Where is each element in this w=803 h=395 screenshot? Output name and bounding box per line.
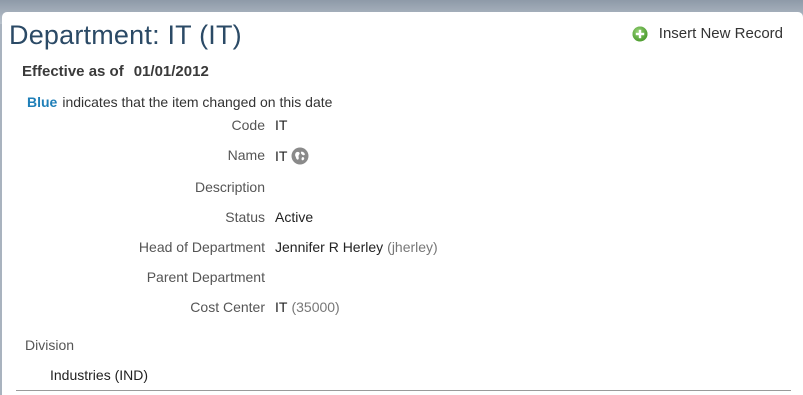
field-value-code: IT	[275, 117, 288, 133]
department-record-panel: Department: IT (IT) Insert New Record Ef…	[2, 12, 803, 395]
field-label-head: Head of Department	[138, 239, 265, 255]
insert-new-record-label: Insert New Record	[658, 25, 783, 42]
field-row-parent: Parent Department	[2, 269, 762, 289]
field-label-description: Description	[194, 179, 265, 195]
field-value-name: IT	[275, 148, 288, 164]
field-value-status: Active	[275, 209, 314, 225]
add-circle-icon	[632, 26, 648, 41]
change-legend: Blue indicates that the item changed on t…	[27, 94, 332, 110]
field-label-code: Code	[231, 117, 265, 133]
field-value-cost-center-code: (35000)	[291, 299, 340, 315]
division-label: Division	[25, 337, 75, 353]
field-label-name: Name	[227, 147, 265, 163]
field-value-cost-center: IT	[275, 299, 288, 315]
field-row-status: Status Active	[2, 209, 762, 229]
section-divider	[16, 390, 791, 391]
field-row-description: Description	[2, 179, 762, 199]
field-label-parent: Parent Department	[146, 269, 265, 285]
insert-new-record-button[interactable]: Insert New Record	[632, 25, 783, 42]
effective-prefix: Effective as of	[22, 63, 124, 80]
globe-icon[interactable]	[291, 147, 309, 165]
legend-blue-word: Blue	[27, 94, 58, 110]
field-label-cost-center: Cost Center	[190, 299, 265, 315]
legend-text: indicates that the item changed on this …	[62, 94, 333, 110]
field-value-head-username: (jherley)	[387, 239, 438, 255]
effective-date: 01/01/2012	[133, 63, 209, 80]
field-row-name: Name IT	[2, 147, 762, 167]
field-row-cost-center: Cost Center IT (35000)	[2, 299, 762, 319]
field-value-head: Jennifer R Herley	[275, 239, 384, 255]
division-value: Industries (IND)	[50, 367, 149, 383]
field-label-status: Status	[225, 209, 265, 225]
effective-date-heading: Effective as of 01/01/2012	[22, 63, 209, 80]
page-title: Department: IT (IT)	[9, 20, 242, 50]
field-row-code: Code IT	[2, 117, 762, 137]
field-row-head: Head of Department Jennifer R Herley (jh…	[2, 239, 762, 259]
